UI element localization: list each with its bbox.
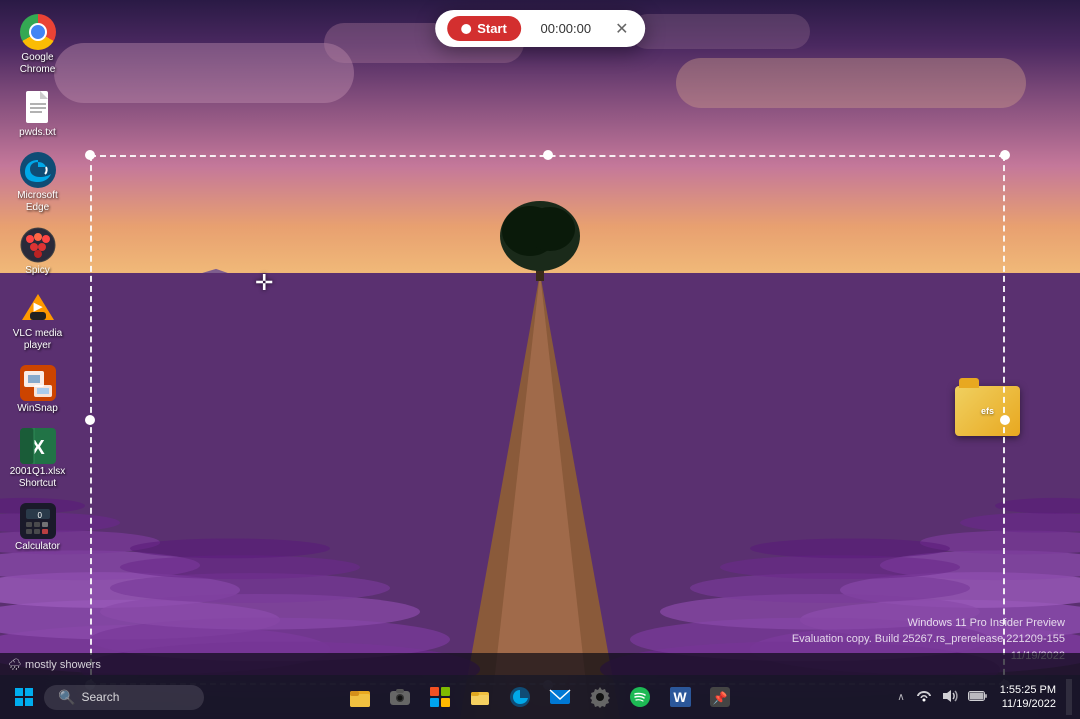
taskbar-app-word[interactable]: W: [662, 679, 698, 715]
desktop-icon-vlc[interactable]: ▶ VLC media player: [3, 286, 73, 356]
search-placeholder: Search: [81, 690, 119, 704]
taskbar-left: 🔍 Search: [0, 681, 204, 713]
excel-icon: X: [20, 428, 56, 464]
folder-tab: [959, 378, 979, 388]
desktop-icons-area: Google Chrome pwds.txt: [0, 0, 75, 669]
chrome-label: Google Chrome: [7, 52, 69, 76]
taskbar-app-mail[interactable]: [542, 679, 578, 715]
show-desktop-button[interactable]: [1066, 679, 1072, 715]
recording-toolbar: Start 00:00:00 ✕: [435, 10, 645, 47]
start-label: Start: [477, 21, 507, 36]
tree-svg: [495, 201, 585, 281]
desktop-icon-excel[interactable]: X 2001Q1.xlsx Shortcut: [3, 424, 73, 494]
file-icon: [20, 89, 56, 125]
record-dot: [461, 24, 471, 34]
svg-text:▶: ▶: [32, 301, 42, 313]
tray-network-icon[interactable]: [914, 686, 934, 709]
desktop-icon-winsnap[interactable]: WinSnap: [3, 361, 73, 419]
taskbar-app-settings[interactable]: [582, 679, 618, 715]
desktop: efs ✛ Google Chrome: [0, 0, 1080, 719]
taskbar-app-spotify[interactable]: [622, 679, 658, 715]
svg-text:0: 0: [37, 511, 42, 520]
taskbar-app-edge[interactable]: [502, 679, 538, 715]
spicy-label: Spicy: [25, 265, 49, 277]
calc-label: Calculator: [15, 541, 60, 553]
folder-label: efs: [981, 406, 994, 416]
taskbar-right: ∧: [894, 679, 1080, 715]
desktop-icon-calculator[interactable]: 0 Calculator: [3, 499, 73, 557]
taskbar-pinned-apps: W 📌: [342, 679, 738, 715]
search-icon: 🔍: [58, 689, 75, 706]
pwds-label: pwds.txt: [19, 127, 56, 139]
recording-timer: 00:00:00: [531, 21, 601, 36]
taskbar-app-file-explorer[interactable]: [342, 679, 378, 715]
weather-bar: 🌧 mostly showers: [0, 653, 1080, 675]
calc-icon: 0: [20, 503, 56, 539]
system-clock[interactable]: 1:55:25 PM 11/19/2022: [996, 681, 1060, 714]
weather-text: 🌧 mostly showers: [8, 658, 101, 671]
excel-label: 2001Q1.xlsx Shortcut: [7, 466, 69, 490]
chrome-icon: [20, 14, 56, 50]
watermark-line1: Windows 11 Pro Insider Preview: [792, 615, 1065, 632]
close-recording-button[interactable]: ✕: [611, 18, 633, 40]
edge-icon: [20, 152, 56, 188]
svg-text:📌: 📌: [713, 690, 728, 705]
taskbar-app-folder[interactable]: [462, 679, 498, 715]
taskbar-app-unknown[interactable]: 📌: [702, 679, 738, 715]
watermark-line2: Evaluation copy. Build 25267.rs_prerelea…: [792, 631, 1065, 648]
clock-date: 11/19/2022: [1000, 697, 1056, 711]
winsnap-icon: [20, 365, 56, 401]
cloud-4: [630, 14, 810, 49]
taskbar: 🔍 Search: [0, 675, 1080, 719]
vlc-icon: ▶: [20, 290, 56, 326]
tree: efs: [495, 201, 585, 286]
desktop-icon-google-chrome[interactable]: Google Chrome: [3, 10, 73, 80]
edge-label: Microsoft Edge: [7, 190, 69, 214]
start-recording-button[interactable]: Start: [447, 16, 521, 41]
search-box[interactable]: 🔍 Search: [44, 685, 204, 710]
taskbar-app-camera[interactable]: [382, 679, 418, 715]
vlc-label: VLC media player: [7, 328, 69, 352]
move-cursor-indicator: ✛: [255, 270, 273, 296]
cloud-1: [54, 43, 354, 103]
winsnap-label: WinSnap: [17, 403, 58, 415]
tray-battery-icon[interactable]: [966, 687, 990, 708]
desktop-icon-pwds-txt[interactable]: pwds.txt: [3, 85, 73, 143]
start-button[interactable]: [8, 681, 40, 713]
spice-icon: [20, 227, 56, 263]
taskbar-app-ms-store[interactable]: [422, 679, 458, 715]
desktop-icon-microsoft-edge[interactable]: Microsoft Edge: [3, 148, 73, 218]
tray-volume-icon[interactable]: [940, 686, 960, 709]
tray-overflow-button[interactable]: ∧: [894, 689, 907, 706]
desktop-icon-spicy[interactable]: Spicy: [3, 223, 73, 281]
clock-time: 1:55:25 PM: [1000, 683, 1056, 697]
svg-text:W: W: [673, 689, 687, 705]
cloud-3: [676, 58, 1026, 108]
folder-popup[interactable]: efs: [955, 386, 1020, 436]
